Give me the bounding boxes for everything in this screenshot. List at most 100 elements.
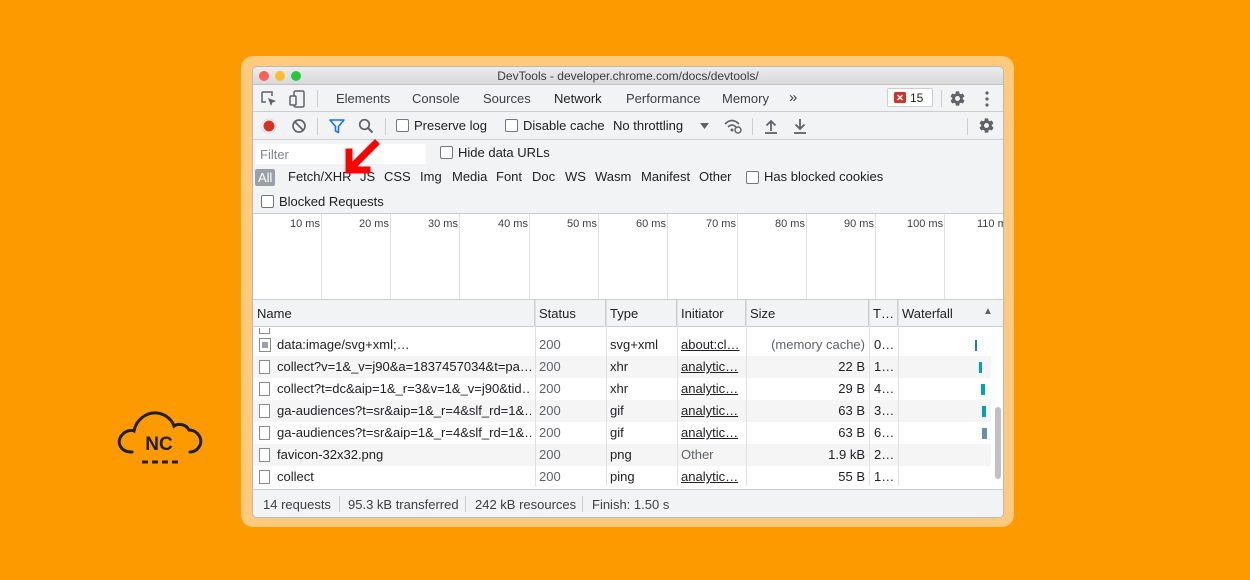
request-size: 55 B <box>838 469 865 484</box>
type-filter-img[interactable]: Img <box>420 169 442 184</box>
request-initiator[interactable]: analytic… <box>681 356 743 378</box>
tab-memory[interactable]: Memory <box>722 91 769 106</box>
request-time: 0… <box>874 337 895 352</box>
minimize-window-button[interactable] <box>275 71 285 81</box>
request-initiator[interactable]: about:cl… <box>681 334 743 356</box>
type-filter-wasm[interactable]: Wasm <box>595 169 631 184</box>
tab-elements[interactable]: Elements <box>336 91 390 106</box>
toolbar-divider <box>752 118 753 135</box>
more-tabs-button[interactable]: » <box>789 89 797 106</box>
type-filter-media[interactable]: Media <box>452 169 487 184</box>
table-row[interactable]: ga-audiences?t=sr&aip=1&_r=4&slf_rd=1&… … <box>253 400 991 422</box>
timeline-tick: 60 ms <box>636 218 666 230</box>
type-filter-doc[interactable]: Doc <box>532 169 555 184</box>
request-time: 2… <box>874 447 895 462</box>
record-button[interactable] <box>261 118 277 134</box>
request-initiator[interactable]: analytic… <box>681 466 743 488</box>
table-row[interactable]: favicon-32x32.png 200 png Other 1.9 kB 2… <box>253 444 991 466</box>
toolbar-divider <box>317 90 318 107</box>
request-status: 200 <box>539 447 561 462</box>
status-divider <box>465 496 466 512</box>
table-header: Name Status Type Initiator Size T… Water… <box>253 300 1003 327</box>
error-icon <box>894 92 906 103</box>
filter-icon[interactable] <box>329 119 345 134</box>
waterfall-bar <box>975 340 977 351</box>
type-filter-fetch-xhr[interactable]: Fetch/XHR <box>288 169 352 184</box>
timeline-tick: 30 ms <box>428 218 458 230</box>
request-name: collect <box>277 469 314 484</box>
error-count: 15 <box>910 91 924 105</box>
request-initiator[interactable]: analytic… <box>681 378 743 400</box>
tab-network[interactable]: Network <box>554 91 602 106</box>
timeline-tick: 110 ms <box>977 218 1003 230</box>
file-icon <box>259 382 270 396</box>
zoom-window-button[interactable] <box>291 71 301 81</box>
export-har-icon[interactable] <box>793 118 807 134</box>
file-icon <box>259 404 270 418</box>
request-type: gif <box>610 403 624 418</box>
blocked-requests-checkbox[interactable] <box>261 195 274 208</box>
annotation-arrow-icon <box>345 139 380 174</box>
throttling-select[interactable]: No throttling <box>613 118 683 133</box>
waterfall-bar <box>982 428 987 439</box>
request-initiator[interactable]: analytic… <box>681 400 743 422</box>
network-toolbar: Preserve log Disable cache No throttling <box>253 112 1003 140</box>
request-size: 63 B <box>838 403 865 418</box>
request-status: 200 <box>539 359 561 374</box>
table-row[interactable]: collect?t=dc&aip=1&_r=3&v=1&_v=j90&tid… … <box>253 378 991 400</box>
preserve-log-checkbox[interactable] <box>396 119 409 132</box>
timeline-tick: 70 ms <box>706 218 736 230</box>
tab-performance[interactable]: Performance <box>626 91 700 106</box>
tab-sources[interactable]: Sources <box>483 91 531 106</box>
more-options-icon[interactable] <box>984 91 990 107</box>
type-filter-font[interactable]: Font <box>496 169 522 184</box>
file-icon <box>259 426 270 440</box>
type-filter-other[interactable]: Other <box>699 169 732 184</box>
request-size: 1.9 kB <box>828 447 865 462</box>
has-blocked-cookies-checkbox[interactable] <box>746 171 759 184</box>
type-filter-manifest[interactable]: Manifest <box>641 169 690 184</box>
request-size: 22 B <box>838 359 865 374</box>
table-row[interactable]: data:image/svg+xml;… 200 svg+xml about:c… <box>253 334 991 356</box>
inspect-element-icon[interactable] <box>261 91 277 107</box>
column-size[interactable]: Size <box>746 300 869 327</box>
disable-cache-label: Disable cache <box>523 118 605 133</box>
column-status[interactable]: Status <box>535 300 606 327</box>
table-scrollbar[interactable] <box>995 407 1001 479</box>
close-window-button[interactable] <box>259 71 269 81</box>
clear-icon[interactable] <box>291 118 307 134</box>
column-initiator[interactable]: Initiator <box>677 300 746 327</box>
timeline-overview[interactable]: 10 ms 20 ms 30 ms 40 ms 50 ms 60 ms 70 m… <box>253 214 1003 300</box>
hide-data-urls-checkbox[interactable] <box>440 146 453 159</box>
network-settings-gear-icon[interactable] <box>978 117 995 134</box>
type-filter-ws[interactable]: WS <box>565 169 586 184</box>
table-row[interactable]: ga-audiences?t=sr&aip=1&_r=4&slf_rd=1&… … <box>253 422 991 444</box>
type-filter-css[interactable]: CSS <box>384 169 411 184</box>
timeline-tick: 80 ms <box>775 218 805 230</box>
window-title: DevTools - developer.chrome.com/docs/dev… <box>497 69 759 83</box>
request-initiator[interactable]: analytic… <box>681 422 743 444</box>
request-initiator: Other <box>681 447 714 462</box>
request-size: 29 B <box>838 381 865 396</box>
import-har-icon[interactable] <box>764 118 778 134</box>
network-conditions-icon[interactable] <box>724 118 742 134</box>
error-count-badge[interactable]: 15 <box>887 88 933 107</box>
search-icon[interactable] <box>358 118 374 134</box>
settings-gear-icon[interactable] <box>949 90 966 107</box>
filter-input[interactable]: Filter <box>256 144 426 164</box>
panel-tabs-bar: Elements Console Sources Network Perform… <box>253 85 1003 112</box>
column-time[interactable]: T… <box>869 300 898 327</box>
resources-size: 242 kB resources <box>475 497 577 512</box>
request-name: favicon-32x32.png <box>277 447 384 462</box>
type-filter-all[interactable]: All <box>255 169 276 186</box>
disable-cache-checkbox[interactable] <box>505 119 518 132</box>
tab-console[interactable]: Console <box>412 91 460 106</box>
table-row[interactable]: collect 200 ping analytic… 55 B 1… <box>253 466 991 488</box>
column-type[interactable]: Type <box>606 300 677 327</box>
device-toolbar-icon[interactable] <box>289 90 305 108</box>
table-row[interactable]: collect?v=1&_v=j90&a=1837457034&t=pa… 20… <box>253 356 991 378</box>
waterfall-bar <box>979 362 982 373</box>
toolbar-divider <box>385 118 386 135</box>
column-name[interactable]: Name <box>253 300 535 327</box>
timeline-tick: 100 ms <box>907 218 944 230</box>
